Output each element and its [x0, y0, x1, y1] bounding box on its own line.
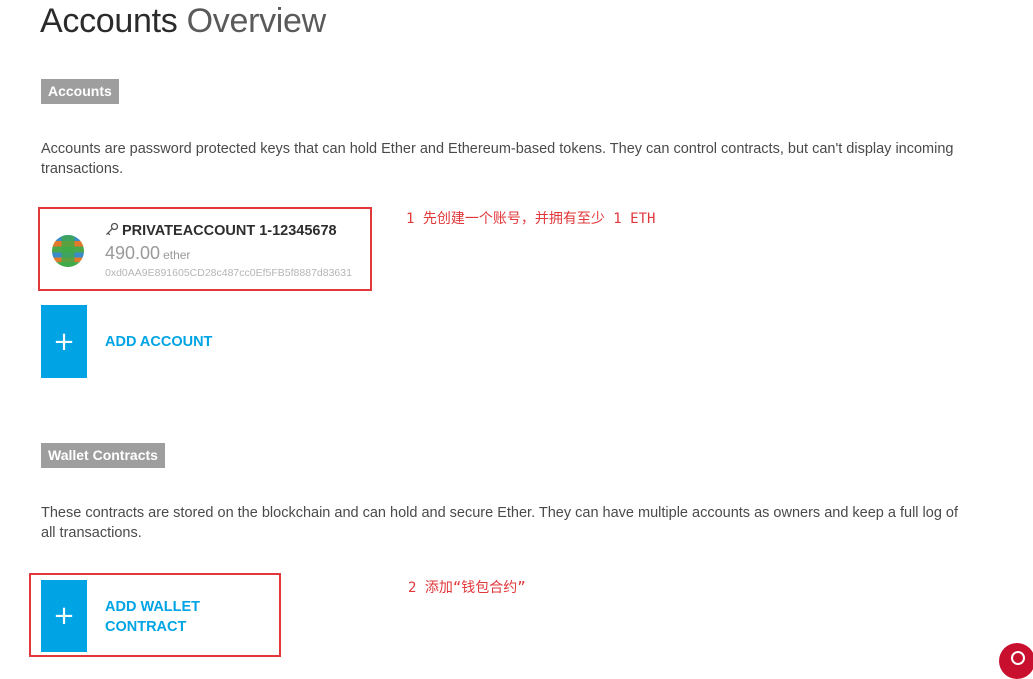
account-name-row: PRIVATEACCOUNT 1-12345678 — [105, 222, 337, 239]
account-item[interactable]: PRIVATEACCOUNT 1-12345678 490.00 ether 0x… — [52, 215, 372, 287]
page-title-light: Overview — [186, 2, 327, 40]
annotation-note-2: 2 添加“钱包合约” — [408, 580, 526, 596]
account-address: 0xd0AA9E891605CD28c487cc0Ef5FB5f8887d836… — [105, 267, 352, 279]
page-title-main: Accounts — [40, 2, 178, 40]
accounts-section-badge: Accounts — [41, 79, 119, 104]
wallet-section-badge: Wallet Contracts — [41, 443, 165, 468]
accounts-description: Accounts are password protected keys tha… — [41, 141, 954, 177]
page-title: Accounts Overview — [40, 2, 326, 41]
plus-icon: + — [53, 326, 75, 357]
add-wallet-contract-link[interactable]: ADD WALLET CONTRACT — [105, 597, 200, 637]
key-icon — [106, 222, 119, 236]
account-identicon — [52, 235, 84, 267]
annotation-note-1: 1 先创建一个账号，并拥有至少 1 ETH — [406, 211, 656, 227]
add-account-button[interactable]: + — [41, 305, 87, 378]
account-balance: 490.00 ether — [105, 243, 190, 264]
add-account-link[interactable]: ADD ACCOUNT — [105, 332, 212, 352]
corner-logo-icon — [999, 643, 1033, 679]
account-balance-value: 490.00 — [105, 243, 161, 263]
add-wallet-label-line1: ADD WALLET — [105, 599, 201, 615]
account-name: PRIVATEACCOUNT 1-12345678 — [122, 223, 337, 239]
add-wallet-label-line2: CONTRACT — [105, 619, 187, 635]
account-balance-unit: ether — [163, 248, 191, 262]
wallet-description: These contracts are stored on the blockc… — [41, 505, 959, 541]
plus-icon: + — [53, 601, 75, 631]
add-wallet-contract-button[interactable]: + — [41, 580, 87, 652]
